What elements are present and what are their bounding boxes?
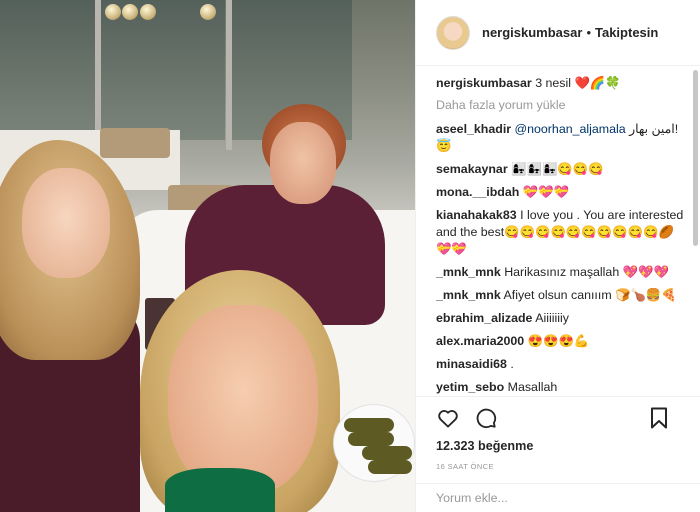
comment-username-link[interactable]: kianahakak83 — [436, 208, 517, 222]
person-young-face — [22, 168, 110, 278]
window-frame — [226, 0, 232, 150]
mention-link[interactable]: @noorhan_aljamala — [515, 122, 626, 136]
pickle — [344, 418, 394, 432]
comment-text: Harikasınız maşallah 💖💖💖 — [504, 265, 669, 279]
add-comment-bar — [416, 483, 700, 512]
comment-text: Masallah — [507, 380, 558, 394]
comment-item: _mnk_mnk Afiyet olsun canııım 🍞🍗🍔🍕 — [436, 287, 687, 304]
comment-item: alex.maria2000 😍😍😍💪 — [436, 333, 687, 350]
comment-item: yetim_sebo Masallah — [436, 379, 687, 396]
comment-text: 💝💝💝 — [522, 185, 570, 199]
comment-username-link[interactable]: nergiskumbasar — [436, 76, 532, 90]
likes-label: beğenme — [478, 439, 534, 453]
comment-username-link[interactable]: yetim_sebo — [436, 380, 504, 394]
comment-username-link[interactable]: semakaynar — [436, 162, 508, 176]
post-header: nergiskumbasar • Takiptesin — [416, 0, 700, 66]
comment-username-link[interactable]: _mnk_mnk — [436, 288, 501, 302]
comment-username-link[interactable]: aseel_khadir — [436, 122, 511, 136]
comment-item: ebrahim_alizade Aiiiiiiiy — [436, 310, 687, 327]
following-button[interactable]: Takiptesin — [595, 25, 658, 40]
bookmark-icon[interactable] — [647, 406, 671, 430]
comment-username-link[interactable]: mona.__ibdah — [436, 185, 519, 199]
comment-username-link[interactable]: _mnk_mnk — [436, 265, 501, 279]
window-pane — [100, 0, 225, 140]
caption-text: 3 nesil ❤️🌈🍀 — [535, 76, 621, 90]
caption: nergiskumbasar 3 nesil ❤️🌈🍀 — [436, 75, 687, 92]
window-frame — [95, 0, 101, 150]
chair — [100, 128, 170, 158]
action-icons-row — [416, 397, 700, 439]
comment-text: Afiyet olsun canııım 🍞🍗🍔🍕 — [503, 288, 677, 302]
comment-item: semakaynar 👩‍👧👩‍👧👩‍👧😋😋😋 — [436, 161, 687, 178]
like-heart-icon[interactable] — [436, 406, 460, 430]
pickle — [368, 460, 412, 474]
likes-number: 12.323 — [436, 439, 475, 453]
ceiling-light — [122, 4, 138, 20]
ceiling-light — [200, 4, 216, 20]
ceiling-light — [140, 4, 156, 20]
person-elder-face — [270, 122, 336, 204]
post-sidebar: nergiskumbasar • Takiptesin nergiskumbas… — [415, 0, 700, 512]
comment-text: 👩‍👧👩‍👧👩‍👧😋😋😋 — [511, 162, 604, 176]
pickle — [348, 432, 394, 446]
comment-item: mona.__ibdah 💝💝💝 — [436, 184, 687, 201]
comment-username-link[interactable]: alex.maria2000 — [436, 334, 524, 348]
header-username-link[interactable]: nergiskumbasar — [482, 25, 582, 40]
ceiling-light — [105, 4, 121, 20]
comment-text: Aiiiiiiiy — [535, 311, 569, 325]
comment-input[interactable] — [436, 484, 676, 512]
header-separator: • — [586, 25, 591, 40]
avatar[interactable] — [436, 15, 470, 50]
pickle — [362, 446, 412, 460]
likes-count[interactable]: 12.323 beğenme — [416, 439, 700, 453]
comment-item: kianahakak83 I love you . You are intere… — [436, 207, 687, 258]
header-user-info: nergiskumbasar • Takiptesin — [482, 25, 658, 40]
comment-item: aseel_khadir @noorhan_aljamala امين بهار… — [436, 121, 687, 155]
comments-list[interactable]: nergiskumbasar 3 nesil ❤️🌈🍀 Daha fazla y… — [416, 66, 700, 396]
load-more-comments-link[interactable]: Daha fazla yorum yükle — [436, 98, 687, 112]
comments-scrollbar[interactable] — [693, 70, 698, 246]
post-timestamp[interactable]: 16 SAAT ÖNCE — [416, 462, 700, 471]
person-middle-face — [168, 305, 318, 495]
green-scarf — [165, 468, 275, 512]
post-photo[interactable] — [0, 0, 415, 512]
comment-item: minasaidi68 . — [436, 356, 687, 373]
comment-username-link[interactable]: ebrahim_alizade — [436, 311, 532, 325]
comment-text: 😍😍😍💪 — [527, 334, 590, 348]
comment-item: _mnk_mnk Harikasınız maşallah 💖💖💖 — [436, 264, 687, 281]
comment-bubble-icon[interactable] — [474, 406, 498, 430]
post-actions: 12.323 beğenme 16 SAAT ÖNCE — [416, 396, 700, 471]
comment-text: . — [510, 357, 514, 371]
comment-username-link[interactable]: minasaidi68 — [436, 357, 507, 371]
window-pane — [0, 0, 95, 140]
